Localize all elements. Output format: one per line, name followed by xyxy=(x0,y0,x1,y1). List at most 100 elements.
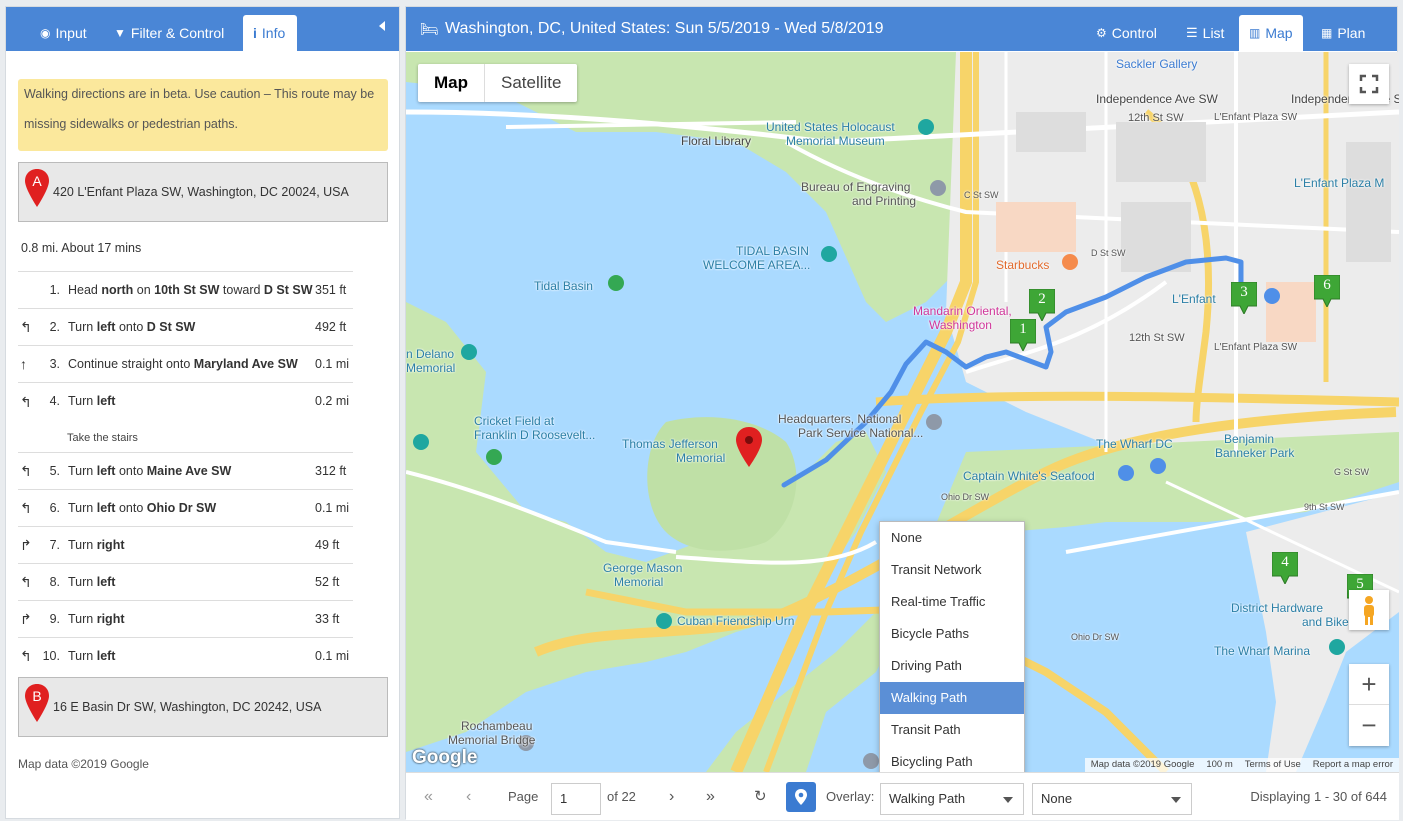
result-marker[interactable]: 2 xyxy=(1028,288,1056,323)
marker-number: 2 xyxy=(1038,291,1046,307)
map-label: Headquarters, National xyxy=(778,412,902,426)
overlay-option[interactable]: Driving Path xyxy=(880,650,1024,682)
first-page-icon[interactable]: « xyxy=(424,773,433,821)
tab-info[interactable]: i Info xyxy=(243,15,297,51)
step-number: 6. xyxy=(49,501,60,515)
map-canvas[interactable]: Sackler Gallery Independence Ave SW Indepe… xyxy=(406,52,1399,772)
gears-icon: ⚙ xyxy=(1096,26,1107,40)
step-instruction: Turn left onto Ohio Dr SW xyxy=(68,501,217,515)
street-view-pegman-button[interactable] xyxy=(1349,590,1389,630)
map-label: Thomas Jefferson xyxy=(622,437,718,451)
direction-step[interactable]: ↰ 6. Turn left onto Ohio Dr SW 0.1 mi xyxy=(18,489,353,526)
overlay-option[interactable]: Bicycle Paths xyxy=(880,618,1024,650)
map-icon: ▥ xyxy=(1249,26,1261,40)
tab-filter-control[interactable]: ▼ Filter & Control xyxy=(104,15,234,51)
step-distance: 52 ft xyxy=(315,575,340,589)
overlay-option[interactable]: Transit Path xyxy=(880,714,1024,746)
direction-step[interactable]: ↑ 3. Continue straight onto Maryland Ave S… xyxy=(18,345,353,382)
map-label: Ohio Dr SW xyxy=(1071,632,1120,642)
step-instruction: Turn left xyxy=(68,394,116,408)
overlay-option[interactable]: Walking Path xyxy=(880,682,1024,714)
chevron-down-icon xyxy=(1003,797,1013,803)
prev-page-icon[interactable]: ‹ xyxy=(466,773,471,821)
map-type-satellite-button[interactable]: Satellite xyxy=(485,64,577,102)
map-label: Benjamin xyxy=(1224,432,1275,446)
overlay-select[interactable]: Walking Path xyxy=(880,783,1024,815)
tab-input[interactable]: ◉ Input xyxy=(30,15,97,51)
map-header: 🛏 Washington, DC, United States: Sun 5/5… xyxy=(406,7,1397,51)
step-distance: 351 ft xyxy=(315,283,347,297)
map-footer: Map data ©2019 Google 100 m Terms of Use… xyxy=(1084,758,1399,772)
terms-link[interactable]: Terms of Use xyxy=(1245,758,1301,772)
map-label: United States Holocaust xyxy=(766,120,895,134)
map-label: Independence Ave SW xyxy=(1096,92,1218,106)
page-number-input[interactable]: 1 xyxy=(551,783,601,815)
map-label: G St SW xyxy=(1334,467,1370,477)
secondary-overlay-select[interactable]: None xyxy=(1032,783,1192,815)
step-instruction: Turn left xyxy=(68,575,116,589)
overlay-option[interactable]: Real-time Traffic xyxy=(880,586,1024,618)
overlay-option[interactable]: Transit Network xyxy=(880,554,1024,586)
tab-control[interactable]: ⚙ Control xyxy=(1086,15,1167,51)
zoom-out-button[interactable]: − xyxy=(1349,705,1389,746)
direction-step[interactable]: ↱ 9. Turn right 33 ft xyxy=(18,600,353,637)
map-label: Memorial xyxy=(614,575,664,589)
map-label: and Bike xyxy=(1302,615,1349,629)
overlay-option[interactable]: None xyxy=(880,522,1024,554)
start-address: A 420 L'Enfant Plaza SW, Washington, DC … xyxy=(18,162,388,222)
map-label: Washington xyxy=(929,318,992,332)
map-marker-button[interactable] xyxy=(786,782,816,812)
map-label: Mandarin Oriental, xyxy=(913,304,1012,318)
overlay-option[interactable]: Bicycling Path xyxy=(880,746,1024,772)
direction-step[interactable]: ↰ 2. Turn left onto D St SW 492 ft xyxy=(18,308,353,345)
page-count-label: of 22 xyxy=(607,789,636,804)
turn-left-icon: ↰ xyxy=(20,647,32,664)
next-page-icon[interactable]: › xyxy=(669,773,674,821)
direction-step[interactable]: ↰ 4. Turn left 0.2 mi Take the stairs xyxy=(18,382,353,452)
map-label: L'Enfant xyxy=(1172,292,1216,306)
map-label: Tidal Basin xyxy=(534,279,593,293)
direction-step[interactable]: ↰ 10. Turn left 0.1 mi xyxy=(18,637,353,674)
last-page-icon[interactable]: » xyxy=(706,773,715,821)
step-distance: 0.1 mi xyxy=(315,649,350,663)
map-label: Bureau of Engraving xyxy=(801,180,911,194)
result-marker[interactable]: 6 xyxy=(1313,274,1341,309)
step-distance: 33 ft xyxy=(315,612,340,626)
direction-step[interactable]: ↱ 7. Turn right 49 ft xyxy=(18,526,353,563)
direction-step[interactable]: ↰ 8. Turn left 52 ft xyxy=(18,563,353,600)
map-type-map-button[interactable]: Map xyxy=(418,64,485,102)
chevron-down-icon xyxy=(1171,797,1181,803)
map-type-control: Map Satellite xyxy=(418,64,578,102)
refresh-icon[interactable]: ↻ xyxy=(754,773,767,821)
tab-map[interactable]: ▥ Map xyxy=(1239,15,1303,51)
fullscreen-button[interactable] xyxy=(1349,64,1389,104)
tab-plan[interactable]: ▦ Plan xyxy=(1311,15,1375,51)
map-label: TIDAL BASIN xyxy=(736,244,809,258)
map-label: Memorial Bridge xyxy=(448,733,536,747)
map-label: Starbucks xyxy=(996,258,1050,272)
page-label: Page xyxy=(508,789,539,804)
zoom-in-button[interactable]: + xyxy=(1349,664,1389,705)
list-icon: ☰ xyxy=(1186,25,1198,40)
result-marker[interactable]: 1 xyxy=(1009,318,1037,353)
result-marker[interactable]: 3 xyxy=(1230,281,1258,316)
tab-list[interactable]: ☰ List xyxy=(1176,15,1234,51)
turn-left-icon: ↰ xyxy=(20,462,32,479)
collapse-panel-icon[interactable] xyxy=(379,21,385,31)
map-label: L'Enfant Plaza SW xyxy=(1214,342,1298,353)
step-instruction: Turn right xyxy=(68,538,125,552)
step-number: 10. xyxy=(42,649,60,663)
marker-a-icon: A xyxy=(25,169,49,207)
direction-step[interactable]: ↰ 5. Turn left onto Maine Ave SW 312 ft xyxy=(18,452,353,489)
marker-number: 3 xyxy=(1240,284,1248,300)
report-error-link[interactable]: Report a map error xyxy=(1313,758,1393,772)
step-distance: 49 ft xyxy=(315,538,340,552)
map-label: Ohio Dr SW xyxy=(941,492,990,502)
map-label: Cricket Field at xyxy=(474,414,555,428)
result-marker[interactable]: 4 xyxy=(1271,551,1299,586)
turn-right-icon: ↱ xyxy=(20,536,32,553)
info-icon: i xyxy=(253,25,257,41)
turn-left-icon: ↰ xyxy=(20,394,32,410)
bed-icon: 🛏 xyxy=(420,21,440,38)
direction-step[interactable]: 1. Head north on 10th St SW toward D St S… xyxy=(18,271,353,308)
